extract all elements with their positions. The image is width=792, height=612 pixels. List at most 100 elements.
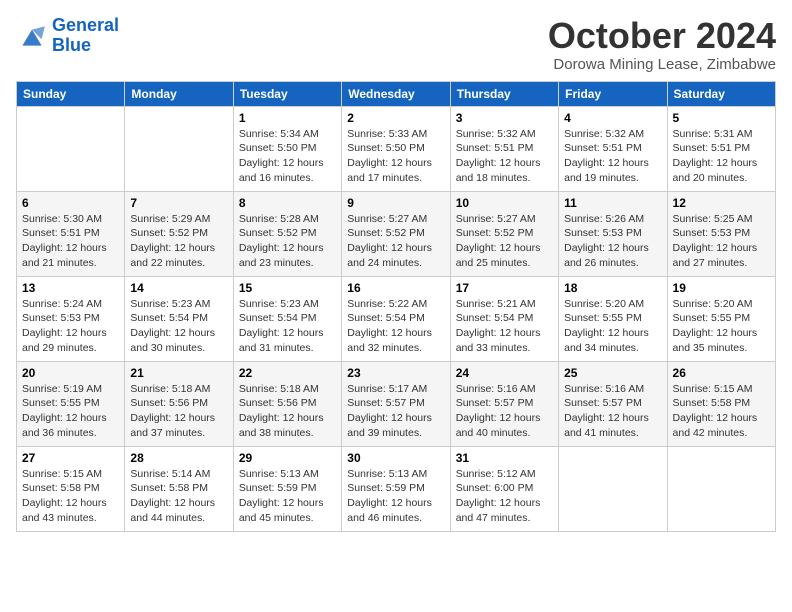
calendar-cell: 23 Sunrise: 5:17 AM Sunset: 5:57 PM Dayli… (342, 361, 450, 446)
calendar-header-tuesday: Tuesday (233, 81, 341, 106)
calendar-cell: 12 Sunrise: 5:25 AM Sunset: 5:53 PM Dayli… (667, 191, 775, 276)
day-info: Sunrise: 5:25 AM Sunset: 5:53 PM Dayligh… (673, 212, 770, 271)
calendar-week-row: 13 Sunrise: 5:24 AM Sunset: 5:53 PM Dayli… (17, 276, 776, 361)
day-number: 12 (673, 196, 770, 210)
logo-general: General (52, 15, 119, 35)
day-info: Sunrise: 5:23 AM Sunset: 5:54 PM Dayligh… (130, 297, 227, 356)
calendar-cell: 2 Sunrise: 5:33 AM Sunset: 5:50 PM Daylig… (342, 106, 450, 191)
day-number: 9 (347, 196, 444, 210)
calendar-cell: 7 Sunrise: 5:29 AM Sunset: 5:52 PM Daylig… (125, 191, 233, 276)
day-info: Sunrise: 5:14 AM Sunset: 5:58 PM Dayligh… (130, 467, 227, 526)
calendar-cell: 18 Sunrise: 5:20 AM Sunset: 5:55 PM Dayli… (559, 276, 667, 361)
day-number: 19 (673, 281, 770, 295)
calendar-cell: 1Sunrise: 5:34 AM Sunset: 5:50 PM Daylig… (233, 106, 341, 191)
day-number: 30 (347, 451, 444, 465)
logo-blue: Blue (52, 35, 91, 55)
day-number: 24 (456, 366, 553, 380)
day-number: 16 (347, 281, 444, 295)
calendar-cell: 30 Sunrise: 5:13 AM Sunset: 5:59 PM Dayli… (342, 446, 450, 531)
calendar-cell: 11 Sunrise: 5:26 AM Sunset: 5:53 PM Dayli… (559, 191, 667, 276)
calendar-cell: 20Sunrise: 5:19 AM Sunset: 5:55 PM Dayli… (17, 361, 125, 446)
day-number: 2 (347, 111, 444, 125)
calendar-header-friday: Friday (559, 81, 667, 106)
day-info: Sunrise: 5:17 AM Sunset: 5:57 PM Dayligh… (347, 382, 444, 441)
day-number: 7 (130, 196, 227, 210)
calendar-cell: 24 Sunrise: 5:16 AM Sunset: 5:57 PM Dayli… (450, 361, 558, 446)
day-info: Sunrise: 5:33 AM Sunset: 5:50 PM Dayligh… (347, 127, 444, 186)
calendar-cell (125, 106, 233, 191)
calendar-header-wednesday: Wednesday (342, 81, 450, 106)
day-info: Sunrise: 5:13 AM Sunset: 5:59 PM Dayligh… (347, 467, 444, 526)
day-number: 27 (22, 451, 119, 465)
title-block: October 2024 Dorowa Mining Lease, Zimbab… (548, 16, 776, 73)
day-number: 15 (239, 281, 336, 295)
day-info: Sunrise: 5:30 AM Sunset: 5:51 PM Dayligh… (22, 212, 119, 271)
calendar-cell: 31Sunrise: 5:12 AM Sunset: 6:00 PM Dayli… (450, 446, 558, 531)
day-number: 5 (673, 111, 770, 125)
page-header: General Blue October 2024 Dorowa Mining … (16, 16, 776, 73)
calendar-header-monday: Monday (125, 81, 233, 106)
day-info: Sunrise: 5:20 AM Sunset: 5:55 PM Dayligh… (673, 297, 770, 356)
day-info: Sunrise: 5:19 AM Sunset: 5:55 PM Dayligh… (22, 382, 119, 441)
day-number: 28 (130, 451, 227, 465)
day-info: Sunrise: 5:16 AM Sunset: 5:57 PM Dayligh… (456, 382, 553, 441)
day-number: 11 (564, 196, 661, 210)
day-info: Sunrise: 5:23 AM Sunset: 5:54 PM Dayligh… (239, 297, 336, 356)
calendar-cell (17, 106, 125, 191)
day-number: 8 (239, 196, 336, 210)
calendar-cell: 4 Sunrise: 5:32 AM Sunset: 5:51 PM Daylig… (559, 106, 667, 191)
calendar-cell: 15 Sunrise: 5:23 AM Sunset: 5:54 PM Dayli… (233, 276, 341, 361)
calendar-cell: 16 Sunrise: 5:22 AM Sunset: 5:54 PM Dayli… (342, 276, 450, 361)
day-number: 10 (456, 196, 553, 210)
day-info: Sunrise: 5:20 AM Sunset: 5:55 PM Dayligh… (564, 297, 661, 356)
day-info: Sunrise: 5:15 AM Sunset: 5:58 PM Dayligh… (673, 382, 770, 441)
day-number: 17 (456, 281, 553, 295)
calendar-cell: 10 Sunrise: 5:27 AM Sunset: 5:52 PM Dayli… (450, 191, 558, 276)
calendar-cell: 28 Sunrise: 5:14 AM Sunset: 5:58 PM Dayli… (125, 446, 233, 531)
day-number: 6 (22, 196, 119, 210)
calendar-cell: 13 Sunrise: 5:24 AM Sunset: 5:53 PM Dayli… (17, 276, 125, 361)
calendar-week-row: 20Sunrise: 5:19 AM Sunset: 5:55 PM Dayli… (17, 361, 776, 446)
calendar-cell: 25Sunrise: 5:16 AM Sunset: 5:57 PM Dayli… (559, 361, 667, 446)
month-title: October 2024 (548, 16, 776, 56)
day-number: 23 (347, 366, 444, 380)
day-info: Sunrise: 5:28 AM Sunset: 5:52 PM Dayligh… (239, 212, 336, 271)
calendar-table: SundayMondayTuesdayWednesdayThursdayFrid… (16, 81, 776, 532)
day-number: 14 (130, 281, 227, 295)
day-info: Sunrise: 5:27 AM Sunset: 5:52 PM Dayligh… (347, 212, 444, 271)
day-info: Sunrise: 5:27 AM Sunset: 5:52 PM Dayligh… (456, 212, 553, 271)
calendar-cell: 17Sunrise: 5:21 AM Sunset: 5:54 PM Dayli… (450, 276, 558, 361)
day-number: 25 (564, 366, 661, 380)
day-number: 18 (564, 281, 661, 295)
calendar-header-row: SundayMondayTuesdayWednesdayThursdayFrid… (17, 81, 776, 106)
day-info: Sunrise: 5:18 AM Sunset: 5:56 PM Dayligh… (239, 382, 336, 441)
calendar-header-sunday: Sunday (17, 81, 125, 106)
day-info: Sunrise: 5:31 AM Sunset: 5:51 PM Dayligh… (673, 127, 770, 186)
calendar-cell: 9 Sunrise: 5:27 AM Sunset: 5:52 PM Daylig… (342, 191, 450, 276)
location-subtitle: Dorowa Mining Lease, Zimbabwe (548, 56, 776, 73)
day-info: Sunrise: 5:22 AM Sunset: 5:54 PM Dayligh… (347, 297, 444, 356)
day-info: Sunrise: 5:32 AM Sunset: 5:51 PM Dayligh… (564, 127, 661, 186)
calendar-cell: 3 Sunrise: 5:32 AM Sunset: 5:51 PM Daylig… (450, 106, 558, 191)
day-info: Sunrise: 5:18 AM Sunset: 5:56 PM Dayligh… (130, 382, 227, 441)
calendar-cell: 14 Sunrise: 5:23 AM Sunset: 5:54 PM Dayli… (125, 276, 233, 361)
calendar-week-row: 27Sunrise: 5:15 AM Sunset: 5:58 PM Dayli… (17, 446, 776, 531)
day-info: Sunrise: 5:13 AM Sunset: 5:59 PM Dayligh… (239, 467, 336, 526)
day-info: Sunrise: 5:26 AM Sunset: 5:53 PM Dayligh… (564, 212, 661, 271)
day-info: Sunrise: 5:34 AM Sunset: 5:50 PM Dayligh… (239, 127, 336, 186)
day-number: 26 (673, 366, 770, 380)
day-number: 13 (22, 281, 119, 295)
calendar-cell: 26 Sunrise: 5:15 AM Sunset: 5:58 PM Dayli… (667, 361, 775, 446)
day-info: Sunrise: 5:24 AM Sunset: 5:53 PM Dayligh… (22, 297, 119, 356)
calendar-cell: 8 Sunrise: 5:28 AM Sunset: 5:52 PM Daylig… (233, 191, 341, 276)
calendar-header-thursday: Thursday (450, 81, 558, 106)
calendar-cell: 29Sunrise: 5:13 AM Sunset: 5:59 PM Dayli… (233, 446, 341, 531)
day-info: Sunrise: 5:32 AM Sunset: 5:51 PM Dayligh… (456, 127, 553, 186)
calendar-cell: 5 Sunrise: 5:31 AM Sunset: 5:51 PM Daylig… (667, 106, 775, 191)
day-number: 22 (239, 366, 336, 380)
day-number: 3 (456, 111, 553, 125)
day-number: 4 (564, 111, 661, 125)
calendar-cell: 21Sunrise: 5:18 AM Sunset: 5:56 PM Dayli… (125, 361, 233, 446)
calendar-cell: 6 Sunrise: 5:30 AM Sunset: 5:51 PM Daylig… (17, 191, 125, 276)
day-info: Sunrise: 5:29 AM Sunset: 5:52 PM Dayligh… (130, 212, 227, 271)
